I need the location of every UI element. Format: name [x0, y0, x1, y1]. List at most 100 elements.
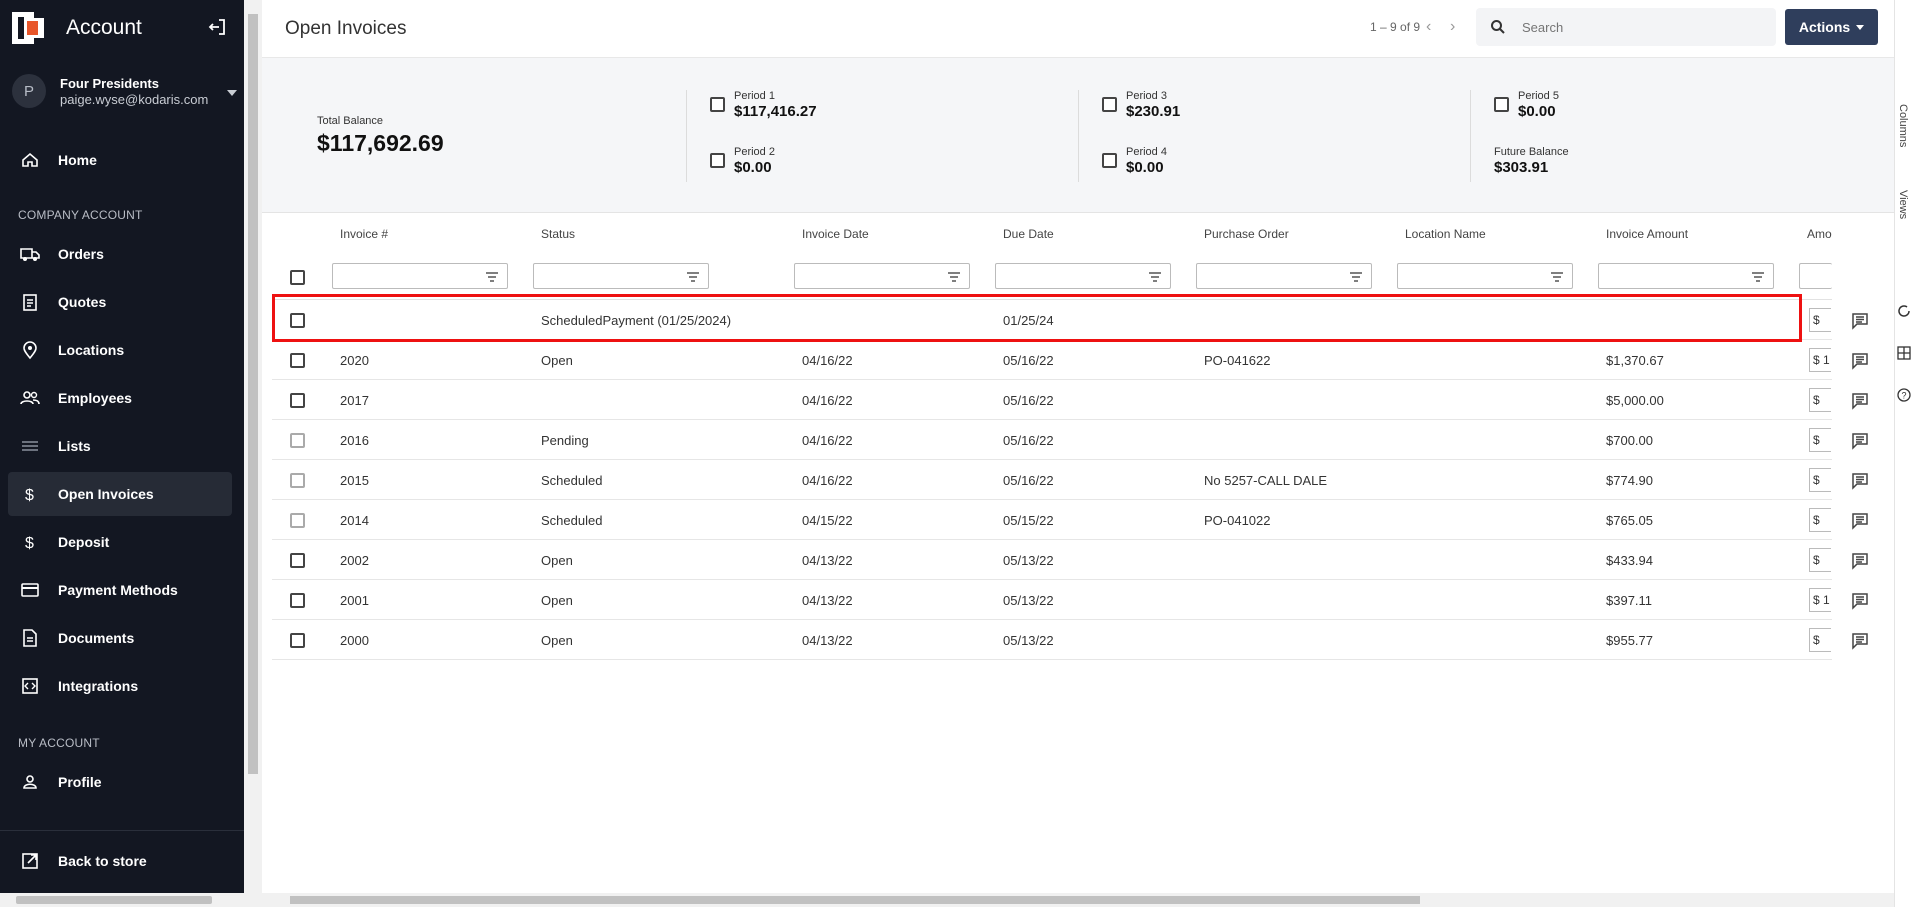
- views-tab[interactable]: Views: [1897, 190, 1909, 219]
- table-row[interactable]: 2002 Open 04/13/22 05/13/22 $433.94 $: [272, 540, 1868, 580]
- sidebar-vertical-scrollbar[interactable]: [244, 0, 262, 907]
- sidebar-item-quotes[interactable]: Quotes: [8, 280, 232, 324]
- row-checkbox[interactable]: [290, 593, 305, 608]
- invoice-date-cell: 04/16/22: [802, 353, 853, 368]
- chevron-down-icon[interactable]: [227, 90, 237, 96]
- table-row[interactable]: 2001 Open 04/13/22 05/13/22 $397.11 $ 1: [272, 580, 1868, 620]
- comment-icon[interactable]: [1851, 512, 1869, 530]
- filter-icon[interactable]: [1751, 271, 1765, 283]
- filter-icon[interactable]: [1349, 271, 1363, 283]
- filter-invoice-number[interactable]: [332, 263, 508, 289]
- payment-amount-input[interactable]: $ 1: [1809, 588, 1831, 612]
- payment-amount-input[interactable]: $: [1809, 468, 1831, 492]
- table-row[interactable]: 2017 04/16/22 05/16/22 $5,000.00 $: [272, 380, 1868, 420]
- status-cell: Scheduled: [541, 513, 603, 528]
- row-checkbox[interactable]: [290, 433, 305, 448]
- row-checkbox[interactable]: [290, 553, 305, 568]
- payment-amount-input[interactable]: $: [1809, 428, 1831, 452]
- filter-purchase-order[interactable]: [1196, 263, 1372, 289]
- scrollbar-thumb[interactable]: [248, 14, 258, 774]
- filter-invoice-amount[interactable]: [1598, 263, 1774, 289]
- comment-icon[interactable]: [1851, 392, 1869, 410]
- collapse-sidebar-icon[interactable]: [206, 16, 228, 38]
- column-header[interactable]: Location Name: [1405, 227, 1486, 241]
- chevron-right-icon[interactable]: ›: [1450, 18, 1455, 36]
- chevron-left-icon[interactable]: ‹: [1426, 18, 1431, 36]
- column-header[interactable]: Due Date: [1003, 227, 1054, 241]
- row-checkbox[interactable]: [290, 393, 305, 408]
- table-row[interactable]: 2016 Pending 04/16/22 05/16/22 $700.00 $: [272, 420, 1868, 460]
- row-checkbox[interactable]: [290, 513, 305, 528]
- column-header[interactable]: Invoice Amount: [1606, 227, 1688, 241]
- comment-icon[interactable]: [1851, 352, 1869, 370]
- sidebar-item-documents[interactable]: Documents: [8, 616, 232, 660]
- sidebar-item-orders[interactable]: Orders: [8, 232, 232, 276]
- period-checkbox[interactable]: [1102, 153, 1117, 168]
- filter-icon[interactable]: [485, 271, 499, 283]
- filter-icon[interactable]: [1148, 271, 1162, 283]
- kodaris-logo[interactable]: [12, 12, 44, 44]
- scrollbar-thumb[interactable]: [290, 896, 1420, 904]
- filter-icon[interactable]: [686, 271, 700, 283]
- column-header[interactable]: Invoice Date: [802, 227, 869, 241]
- payment-amount-input[interactable]: $: [1809, 628, 1831, 652]
- row-checkbox[interactable]: [290, 633, 305, 648]
- filter-icon[interactable]: [947, 271, 961, 283]
- comment-icon[interactable]: [1851, 432, 1869, 450]
- table-row[interactable]: 2020 Open 04/16/22 05/16/22 PO-041622 $1,370.…: [272, 340, 1868, 380]
- scrollbar-thumb[interactable]: [16, 896, 212, 904]
- table-horizontal-scrollbar[interactable]: [262, 893, 1894, 907]
- columns-tab[interactable]: Columns: [1897, 104, 1909, 147]
- payment-amount-input[interactable]: $: [1809, 308, 1831, 332]
- payment-amount-input[interactable]: $: [1809, 388, 1831, 412]
- sidebar-horizontal-scrollbar[interactable]: [0, 893, 244, 907]
- period-checkbox[interactable]: [1102, 97, 1117, 112]
- comment-icon[interactable]: [1851, 472, 1869, 490]
- period-checkbox[interactable]: [710, 153, 725, 168]
- column-header[interactable]: Invoice #: [340, 227, 388, 241]
- table-row[interactable]: 2000 Open 04/13/22 05/13/22 $955.77 $: [272, 620, 1868, 660]
- sidebar-item-home[interactable]: Home: [8, 138, 232, 182]
- grid-icon[interactable]: [1897, 346, 1911, 360]
- filter-invoice-date[interactable]: [794, 263, 970, 289]
- table-row[interactable]: 2015 Scheduled 04/16/22 05/16/22 No 5257-CAL…: [272, 460, 1868, 500]
- refresh-icon[interactable]: [1897, 304, 1911, 318]
- sidebar-item-locations[interactable]: Locations: [8, 328, 232, 372]
- sidebar-item-label: Employees: [58, 390, 132, 406]
- back-to-store-link[interactable]: Back to store: [8, 839, 232, 883]
- comment-icon[interactable]: [1851, 592, 1869, 610]
- select-all-checkbox[interactable]: [290, 270, 305, 285]
- filter-amount[interactable]: [1799, 263, 1832, 289]
- column-header[interactable]: Amo: [1807, 227, 1832, 241]
- sidebar-item-deposit[interactable]: $ Deposit: [8, 520, 232, 564]
- filter-icon[interactable]: [1550, 271, 1564, 283]
- column-header[interactable]: Purchase Order: [1204, 227, 1289, 241]
- sidebar-item-open-invoices[interactable]: $ Open Invoices: [8, 472, 232, 516]
- comment-icon[interactable]: [1851, 632, 1869, 650]
- row-checkbox[interactable]: [290, 473, 305, 488]
- sidebar-item-payment-methods[interactable]: Payment Methods: [8, 568, 232, 612]
- sidebar-item-employees[interactable]: Employees: [8, 376, 232, 420]
- sidebar-item-profile[interactable]: Profile: [8, 760, 232, 804]
- payment-amount-input[interactable]: $: [1809, 548, 1831, 572]
- search-input[interactable]: [1522, 16, 1762, 38]
- comment-icon[interactable]: [1851, 312, 1869, 330]
- payment-amount-input[interactable]: $: [1809, 508, 1831, 532]
- table-row[interactable]: 2014 Scheduled 04/15/22 05/15/22 PO-041022 $7…: [272, 500, 1868, 540]
- help-icon[interactable]: ?: [1897, 388, 1911, 402]
- actions-button[interactable]: Actions: [1785, 9, 1878, 45]
- filter-status[interactable]: [533, 263, 709, 289]
- filter-due-date[interactable]: [995, 263, 1171, 289]
- sidebar-item-integrations[interactable]: Integrations: [8, 664, 232, 708]
- comment-icon[interactable]: [1851, 552, 1869, 570]
- period-checkbox[interactable]: [710, 97, 725, 112]
- payment-amount-input[interactable]: $ 1: [1809, 348, 1831, 372]
- search-box[interactable]: [1476, 8, 1776, 46]
- filter-location-name[interactable]: [1397, 263, 1573, 289]
- row-checkbox[interactable]: [290, 353, 305, 368]
- period-checkbox[interactable]: [1494, 97, 1509, 112]
- sidebar-item-lists[interactable]: Lists: [8, 424, 232, 468]
- account-switcher[interactable]: P Four Presidents paige.wyse@kodaris.com: [0, 64, 244, 120]
- column-header[interactable]: Status: [541, 227, 575, 241]
- invoice-number-cell: 2000: [340, 633, 369, 648]
